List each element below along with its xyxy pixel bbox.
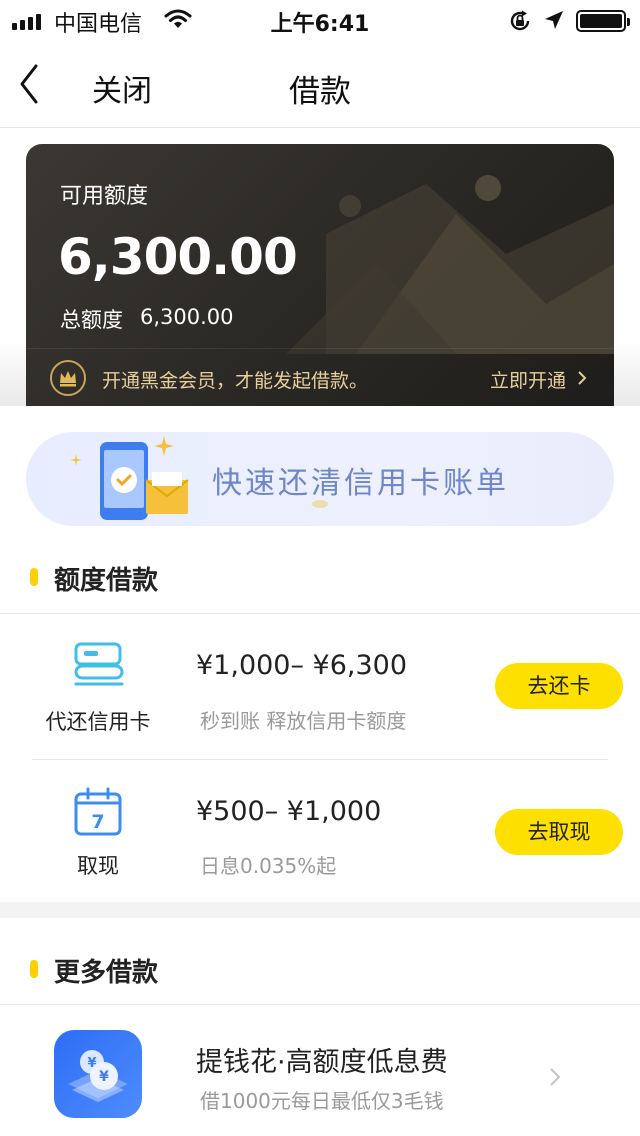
calendar-icon: 7 (74, 787, 122, 836)
divider (0, 613, 640, 614)
svg-text:¥: ¥ (99, 1069, 109, 1085)
loan-item-desc: 秒到账 释放信用卡额度 (200, 709, 407, 733)
section-marker (30, 960, 38, 978)
divider (0, 1004, 640, 1005)
rotation-lock-icon (510, 10, 530, 31)
available-limit-amount: 6,300.00 (58, 228, 298, 286)
available-limit-label: 可用额度 (60, 184, 149, 209)
chevron-right-icon (578, 371, 587, 385)
loan-item-credit-card-repay[interactable]: 代还信用卡 ¥1,000– ¥6,300 秒到账 释放信用卡额度 去还卡 (0, 640, 640, 784)
crown-icon (50, 360, 86, 396)
card-divider (26, 348, 614, 349)
total-limit-label: 总额度 (60, 308, 123, 332)
total-limit-amount: 6,300.00 (140, 305, 234, 329)
banner-dot (312, 500, 328, 508)
section-header-quota-loan: 额度借款 (0, 546, 640, 606)
svg-text:7: 7 (91, 811, 104, 833)
activate-vip-link[interactable]: 立即开通 (490, 366, 566, 393)
section-marker (30, 568, 38, 586)
phone-envelope-icon (70, 436, 189, 520)
loan-item-range: ¥500– ¥1,000 (196, 796, 382, 827)
repay-credit-card-banner[interactable]: 快速还清信用卡账单 (26, 432, 614, 526)
vip-membership-notice: 开通黑金会员，才能发起借款。 (102, 370, 369, 392)
status-bar: 中国电信 上午6:41 (0, 0, 640, 40)
nav-bar: 关闭 借款 (0, 40, 640, 128)
credit-card-icon (74, 642, 124, 686)
banner-text: 快速还清信用卡账单 (212, 466, 509, 501)
section-title: 额度借款 (54, 566, 159, 596)
credit-limit-card: 可用额度 6,300.00 总额度 6,300.00 开通黑金会员，才能发起借款… (26, 144, 614, 406)
divider (32, 759, 608, 760)
chevron-right-icon[interactable] (548, 1066, 562, 1088)
section-header-more-loans: 更多借款 (0, 938, 640, 998)
loan-item-desc: 日息0.035%起 (200, 854, 337, 878)
repay-card-button[interactable]: 去还卡 (495, 663, 623, 709)
loan-item-range: ¥1,000– ¥6,300 (196, 650, 408, 681)
withdraw-cash-button[interactable]: 去取现 (495, 809, 623, 855)
loan-item-name: 取现 (77, 854, 119, 878)
coin-stack-icon: ¥ ¥ (54, 1030, 142, 1118)
more-loan-desc: 借1000元每日最低仅3毛钱 (200, 1089, 444, 1113)
page-title: 借款 (289, 74, 351, 110)
more-loan-title[interactable]: 提钱花·高额度低息费 (196, 1040, 448, 1079)
section-title: 更多借款 (54, 958, 159, 988)
location-arrow-icon (545, 11, 563, 29)
loan-item-name: 代还信用卡 (45, 710, 151, 734)
section-gap (0, 902, 640, 918)
battery-icon (576, 10, 630, 32)
